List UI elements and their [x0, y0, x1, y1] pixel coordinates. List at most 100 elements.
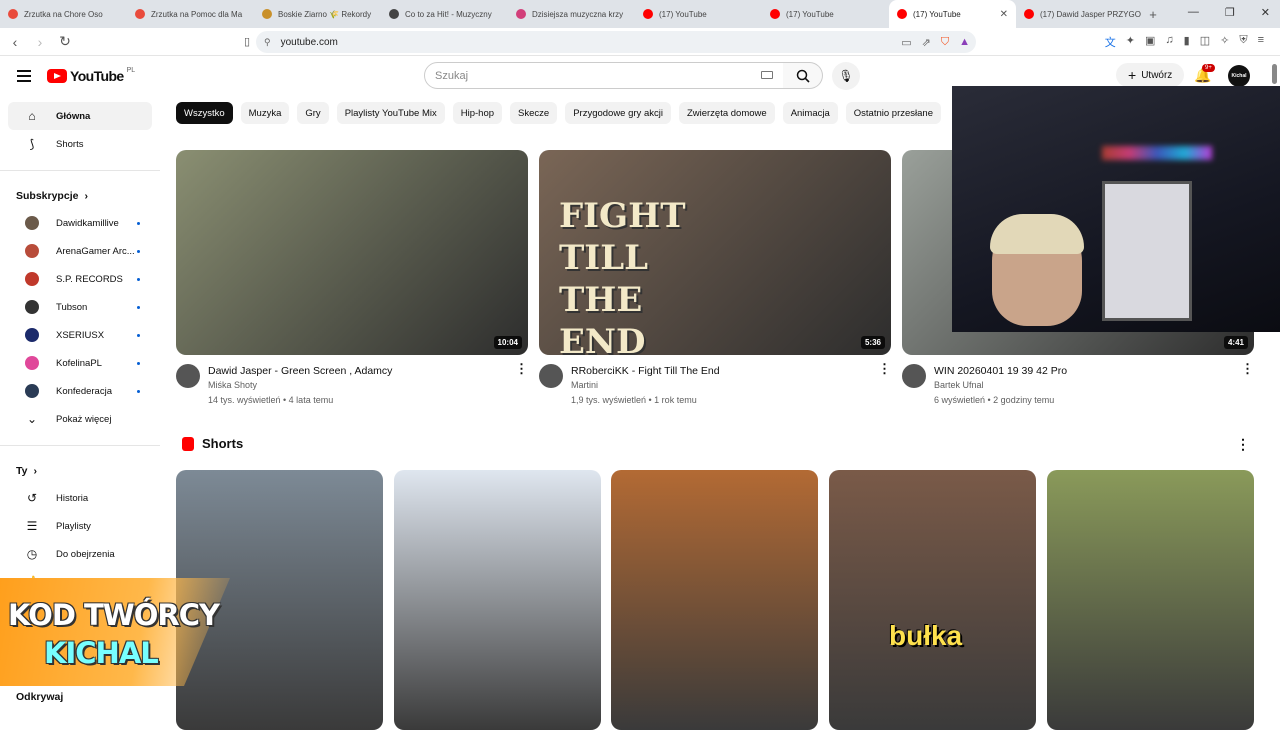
reload-icon[interactable]: ↻: [55, 33, 75, 50]
sidebar-item-subscription-5[interactable]: KofelinaPL: [8, 349, 152, 377]
sidebar-item-you-0[interactable]: ↺ Historia: [8, 484, 152, 512]
chip-0[interactable]: Wszystko: [176, 102, 233, 124]
minimize-icon[interactable]: —: [1188, 6, 1199, 19]
address-bar[interactable]: ⚲ youtube.com ▭ ⇗ ⛉ ▲: [256, 31, 976, 53]
short-card[interactable]: [1047, 470, 1254, 730]
new-content-dot: [137, 277, 140, 281]
tab-label: (17) YouTube: [786, 9, 834, 19]
you-heading[interactable]: Ty ›: [0, 458, 160, 484]
creator-code-line2: KICHAL: [44, 636, 159, 670]
browser-tab[interactable]: (17) YouTube: [635, 0, 762, 28]
bookmark-icon[interactable]: ▯: [237, 35, 257, 48]
browser-tab[interactable]: (17) YouTube: [762, 0, 889, 28]
search-button[interactable]: [783, 62, 823, 89]
video-meta: 14 tys. wyświetleń • 4 lata temu: [208, 395, 334, 405]
sidebar-icon[interactable]: ▮: [1184, 34, 1190, 50]
channel-avatar[interactable]: [902, 364, 926, 388]
chip-8[interactable]: Animacja: [782, 102, 838, 124]
youtube-logo[interactable]: YouTube PL: [47, 67, 135, 84]
browser-tab[interactable]: (17) Dawid Jasper PRZYGO: [1016, 0, 1143, 28]
brave-rewards-icon[interactable]: ▲: [959, 36, 970, 49]
account-avatar[interactable]: Kichal: [1228, 65, 1250, 87]
new-tab-icon[interactable]: +: [1143, 7, 1163, 22]
window-controls: — ❐ ✕: [1188, 6, 1270, 19]
browser-tab[interactable]: (17) YouTube ✕: [889, 0, 1016, 28]
search-input[interactable]: Szukaj: [424, 62, 784, 89]
sidebar-item-subscription-3[interactable]: Tubson: [8, 293, 152, 321]
chip-4[interactable]: Hip-hop: [452, 102, 503, 124]
chip-7[interactable]: Zwierzęta domowe: [678, 102, 775, 124]
video-thumbnail[interactable]: 10:04: [176, 150, 528, 355]
chip-5[interactable]: Skecze: [510, 102, 558, 124]
channel-name[interactable]: Miśka Shoty: [208, 378, 392, 393]
translate-icon[interactable]: 文: [1105, 34, 1116, 50]
sidebar-item-you-2[interactable]: ◷ Do obejrzenia: [8, 540, 152, 568]
channel-avatar[interactable]: [539, 364, 563, 388]
menu-icon[interactable]: ≡: [1258, 34, 1264, 50]
sidebar-item-subscription-4[interactable]: XSERIUSX: [8, 321, 152, 349]
chip-3[interactable]: Playlisty YouTube Mix: [336, 102, 445, 124]
short-card[interactable]: [611, 470, 818, 730]
sidebar-item-subscription-1[interactable]: ArenaGamer Arc...: [8, 237, 152, 265]
leo-icon[interactable]: ✧: [1220, 34, 1229, 50]
chip-2[interactable]: Gry: [297, 102, 329, 124]
more-options-icon[interactable]: ⋮: [515, 362, 528, 408]
sidebar-item-label: XSERIUSX: [56, 329, 105, 341]
whiteboard: [1102, 181, 1192, 321]
browser-tab[interactable]: Dzisiejsza muzyczna krzy: [508, 0, 635, 28]
sidebar-item-main-0[interactable]: ⌂ Główna: [8, 102, 152, 130]
video-thumbnail[interactable]: FIGHT TILL THE END 5:36: [539, 150, 891, 355]
keyboard-icon[interactable]: [761, 71, 773, 79]
extension-puzzle-icon[interactable]: ✦: [1126, 34, 1135, 50]
sidebar-item-label: Shorts: [56, 138, 84, 150]
browser-tab[interactable]: Zrzutka na Chore Oso: [0, 0, 127, 28]
browser-tab[interactable]: Zrzutka na Pomoc dla Ma: [127, 0, 254, 28]
create-button[interactable]: + Utwórz: [1116, 63, 1185, 87]
short-card[interactable]: bułka: [829, 470, 1036, 730]
video-meta: 1,9 tys. wyświetleń • 1 rok temu: [571, 395, 697, 405]
sidebar-item-label: Dawidkamillive: [56, 217, 119, 229]
voice-search-button[interactable]: 🎙: [832, 62, 860, 90]
sidebar-item-subscription-6[interactable]: Konfederacja: [8, 377, 152, 405]
show-more-button[interactable]: ⌄ Pokaż więcej: [8, 405, 152, 433]
brave-shield-icon[interactable]: ⛉: [941, 36, 949, 49]
forward-icon[interactable]: ›: [30, 34, 50, 50]
wallet-icon[interactable]: ◫: [1200, 34, 1210, 50]
browser-tab[interactable]: Boskie Ziarno 🌾 Rekordy: [254, 0, 381, 28]
chip-1[interactable]: Muzyka: [240, 102, 290, 124]
sidebar-item-main-1[interactable]: ⟆ Shorts: [8, 130, 152, 158]
chip-6[interactable]: Przygodowe gry akcji: [565, 102, 671, 124]
back-icon[interactable]: ‹: [5, 34, 25, 50]
cast-icon[interactable]: ▭: [901, 36, 911, 49]
sidebar-item-explore-0[interactable]: ♪Muzyka: [8, 710, 152, 720]
channel-name[interactable]: Bartek Ufnal: [934, 378, 1067, 393]
tab-favicon-icon: [8, 9, 18, 19]
channel-name[interactable]: Martini: [571, 378, 720, 393]
shorts-more-icon[interactable]: ⋮: [1236, 436, 1250, 453]
scrollbar[interactable]: [1272, 64, 1277, 84]
media-icon[interactable]: ♫: [1165, 34, 1173, 50]
hamburger-menu-icon[interactable]: [17, 70, 31, 82]
sidebar-item-subscription-2[interactable]: S.P. RECORDS: [8, 265, 152, 293]
close-window-icon[interactable]: ✕: [1261, 6, 1270, 19]
screenshot-icon[interactable]: ▣: [1145, 34, 1155, 50]
tab-close-icon[interactable]: ✕: [1000, 9, 1008, 20]
site-info-icon[interactable]: ⚲: [264, 37, 271, 48]
restore-icon[interactable]: ❐: [1225, 6, 1235, 19]
channel-avatar[interactable]: [176, 364, 200, 388]
share-icon[interactable]: ⇗: [922, 36, 931, 49]
video-title[interactable]: RRoberciKK - Fight Till The End: [571, 364, 720, 378]
chip-9[interactable]: Ostatnio przesłane: [845, 102, 941, 124]
video-title[interactable]: Dawid Jasper - Green Screen , Adamcy: [208, 364, 392, 378]
video-card[interactable]: FIGHT TILL THE END 5:36 RRoberciKK - Fight…: [539, 150, 891, 408]
video-card[interactable]: 10:04 Dawid Jasper - Green Screen , Adamc…: [176, 150, 528, 408]
more-options-icon[interactable]: ⋮: [1241, 362, 1254, 408]
video-title[interactable]: WIN 20260401 19 39 42 Pro: [934, 364, 1067, 378]
sidebar-item-subscription-0[interactable]: Dawidkamillive: [8, 209, 152, 237]
subscriptions-heading[interactable]: Subskrypcje ›: [0, 183, 160, 209]
sidebar-item-you-1[interactable]: ☰ Playlisty: [8, 512, 152, 540]
short-card[interactable]: [394, 470, 601, 730]
browser-tab[interactable]: Co to za Hit! - Muzyczny: [381, 0, 508, 28]
more-options-icon[interactable]: ⋮: [878, 362, 891, 408]
vpn-icon[interactable]: ⛨: [1239, 34, 1247, 50]
